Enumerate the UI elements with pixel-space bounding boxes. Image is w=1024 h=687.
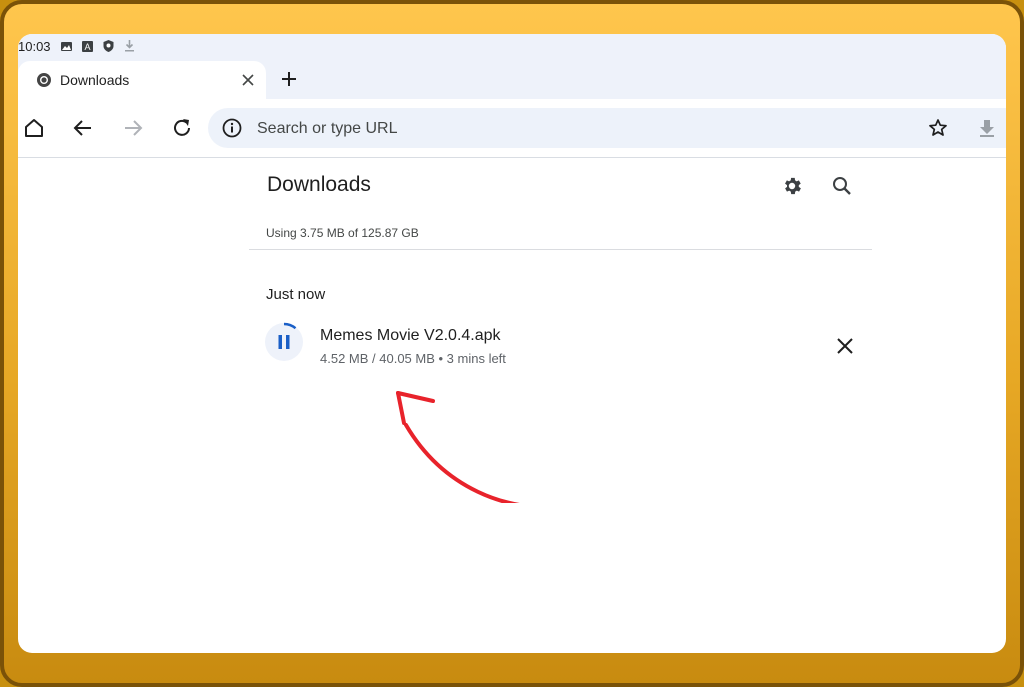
- search-icon[interactable]: [831, 175, 853, 197]
- download-progress-text: 4.52 MB / 40.05 MB • 3 mins left: [320, 351, 506, 366]
- browser-chrome: 10:03 A Downloads Search or type URL: [18, 34, 1006, 157]
- url-input[interactable]: Search or type URL: [257, 120, 398, 138]
- back-icon[interactable]: [71, 116, 95, 140]
- file-name[interactable]: Memes Movie V2.0.4.apk: [320, 327, 501, 345]
- info-icon[interactable]: [222, 118, 242, 138]
- image-icon: [60, 41, 72, 52]
- forward-icon[interactable]: [121, 116, 145, 140]
- annotation-arrow: [396, 391, 521, 503]
- svg-text:A: A: [84, 42, 90, 52]
- settings-gear-icon[interactable]: [781, 175, 803, 197]
- section-label: Just now: [266, 286, 326, 303]
- chrome-icon: [36, 72, 52, 88]
- download-status-icon: [124, 40, 135, 52]
- toolbar: Search or type URL: [18, 99, 1006, 157]
- reload-icon[interactable]: [170, 116, 194, 140]
- star-icon[interactable]: [928, 118, 948, 138]
- omnibox[interactable]: Search or type URL: [208, 108, 1006, 148]
- pause-icon[interactable]: [264, 322, 304, 362]
- status-bar: 10:03 A: [18, 34, 1006, 58]
- tab-title: Downloads: [60, 72, 130, 88]
- storage-usage: Using 3.75 MB of 125.87 GB: [266, 226, 419, 240]
- page-title: Downloads: [267, 173, 371, 196]
- accessibility-icon: A: [81, 40, 93, 52]
- tab-close-icon[interactable]: [240, 72, 256, 88]
- header-divider: [249, 249, 872, 250]
- downloads-page: Downloads Using 3.75 MB of 125.87 GB Jus…: [18, 158, 1006, 653]
- close-icon[interactable]: [836, 337, 856, 357]
- new-tab-button[interactable]: [278, 68, 300, 90]
- tab-downloads[interactable]: Downloads: [18, 61, 266, 99]
- status-time: 10:03: [18, 38, 51, 54]
- download-item[interactable]: Memes Movie V2.0.4.apk 4.52 MB / 40.05 M…: [264, 322, 864, 370]
- download-icon[interactable]: [976, 117, 998, 139]
- home-icon[interactable]: [22, 116, 46, 140]
- shield-icon: [103, 40, 114, 52]
- device-screen: 10:03 A Downloads Search or type URL Dow…: [18, 34, 1006, 653]
